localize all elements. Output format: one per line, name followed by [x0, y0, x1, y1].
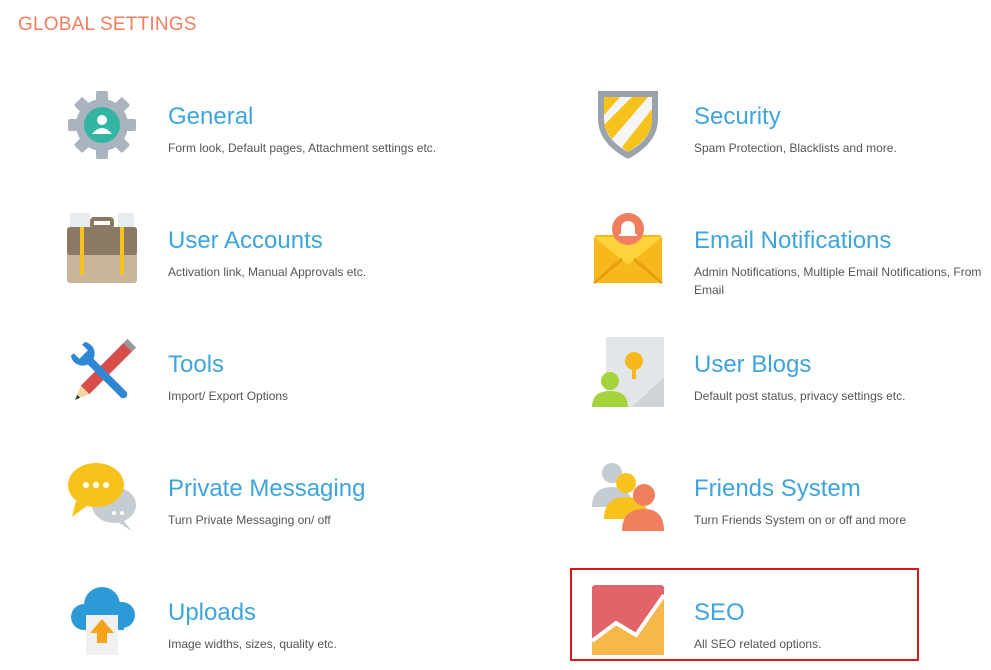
tile-title: Uploads	[168, 599, 257, 626]
tile-description: Turn Private Messaging on/ off	[168, 513, 331, 527]
briefcase-icon	[66, 213, 138, 285]
tile-title: Email Notifications	[694, 227, 892, 254]
seo-chart-icon	[592, 585, 664, 657]
cloud-upload-icon	[66, 585, 138, 657]
tile-tools[interactable]: Tools Import/ Export Options	[66, 337, 486, 437]
tile-title: Tools	[168, 351, 225, 378]
tile-description: Admin Notifications, Multiple Email Noti…	[694, 265, 982, 297]
tile-title: SEO	[694, 599, 745, 626]
tile-description: Activation link, Manual Approvals etc.	[168, 265, 367, 279]
tile-email-notifications[interactable]: Email Notifications Admin Notifications,…	[592, 213, 988, 313]
tile-description: Image widths, sizes, quality etc.	[168, 637, 337, 651]
tile-title: General	[168, 103, 254, 130]
tile-description: Spam Protection, Blacklists and more.	[694, 141, 897, 155]
tile-private-messaging[interactable]: Private Messaging Turn Private Messaging…	[66, 461, 486, 561]
tile-description: Default post status, privacy settings et…	[694, 389, 906, 403]
pencil-wrench-icon	[66, 337, 138, 409]
tile-security[interactable]: Security Spam Protection, Blacklists and…	[592, 89, 982, 189]
tile-description: Turn Friends System on or off and more	[694, 513, 907, 527]
shield-icon	[592, 89, 664, 161]
tile-title: Private Messaging	[168, 475, 366, 502]
envelope-bell-icon	[592, 213, 664, 285]
tile-description: Form look, Default pages, Attachment set…	[168, 141, 437, 155]
tile-title: Friends System	[694, 475, 861, 502]
tile-title: User Blogs	[694, 351, 812, 378]
chat-bubbles-icon	[66, 461, 138, 533]
blog-image-icon	[592, 337, 664, 409]
tile-user-accounts[interactable]: User Accounts Activation link, Manual Ap…	[66, 213, 486, 313]
tile-title: Security	[694, 103, 781, 130]
tile-title: User Accounts	[168, 227, 323, 254]
global-settings-page: GLOBAL SETTINGS General Form look, Defau…	[0, 0, 991, 670]
tile-general[interactable]: General Form look, Default pages, Attach…	[66, 89, 486, 189]
people-group-icon	[592, 461, 664, 533]
gear-user-icon	[66, 89, 138, 161]
tile-seo[interactable]: SEO All SEO related options.	[592, 585, 912, 670]
page-title: GLOBAL SETTINGS	[18, 14, 197, 35]
tile-user-blogs[interactable]: User Blogs Default post status, privacy …	[592, 337, 982, 437]
tile-description: All SEO related options.	[694, 637, 822, 651]
tile-uploads[interactable]: Uploads Image widths, sizes, quality etc…	[66, 585, 486, 670]
tile-friends-system[interactable]: Friends System Turn Friends System on or…	[592, 461, 982, 561]
tile-description: Import/ Export Options	[168, 389, 289, 403]
